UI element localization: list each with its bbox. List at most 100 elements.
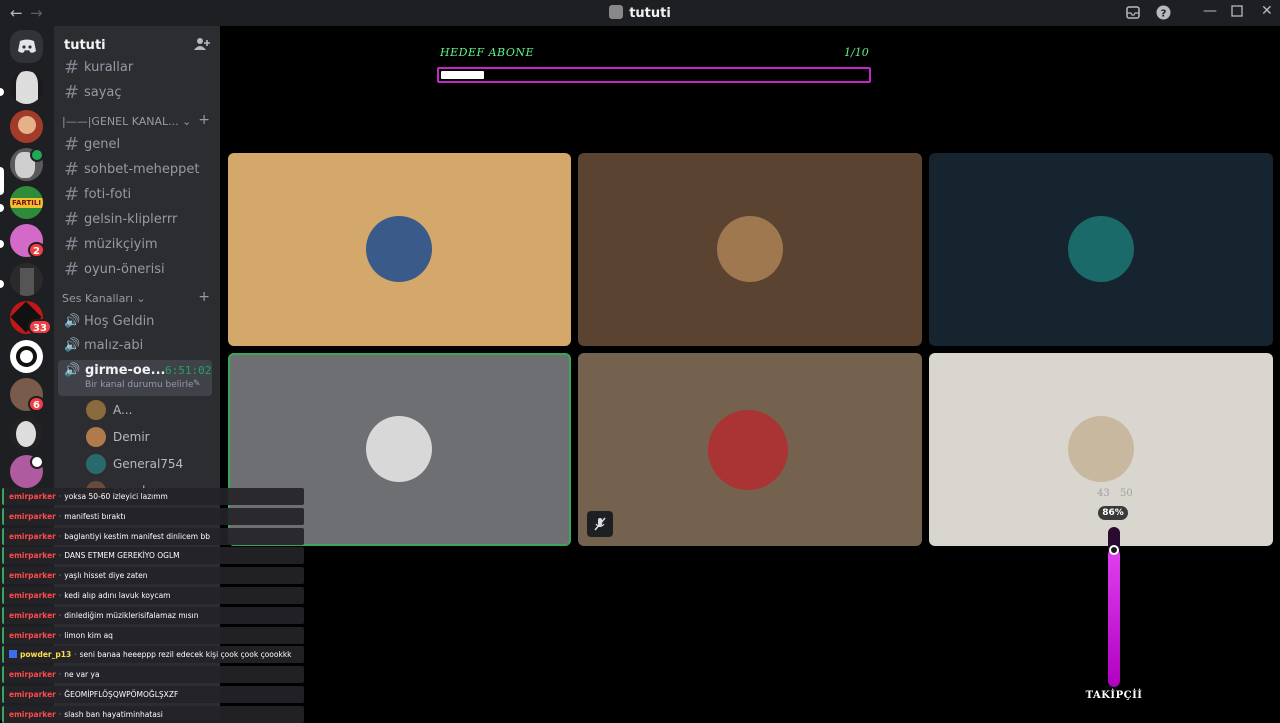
category-voice[interactable]: Ses Kanalları ⌄ + bbox=[62, 289, 210, 305]
unread-badge: 33 bbox=[28, 319, 52, 335]
add-channel-icon[interactable]: + bbox=[198, 112, 210, 128]
goal-progress-fill bbox=[441, 71, 484, 79]
follower-label: TAKİPÇİİ bbox=[1085, 690, 1143, 701]
separator: · bbox=[58, 670, 62, 680]
chat-text: yaşlı hisset diye zaten bbox=[64, 571, 148, 581]
channel-sayac[interactable]: # sayaç bbox=[58, 80, 214, 104]
chat-message: emirparker · DANS ETMEM GEREKİYO OGLM bbox=[2, 547, 304, 565]
server-icon[interactable] bbox=[10, 340, 43, 373]
chat-text: slash ban hayatiminhatasi bbox=[64, 709, 163, 719]
separator: · bbox=[58, 591, 62, 600]
chevron-down-icon: ⌄ bbox=[182, 115, 192, 128]
chat-username: emirparker bbox=[9, 709, 56, 719]
title-bar: ← → tututi ? — ✕ bbox=[0, 0, 1280, 26]
chat-username: emirparker bbox=[9, 630, 56, 640]
voice-member[interactable]: Demir bbox=[86, 426, 150, 448]
discord-home-icon[interactable] bbox=[10, 30, 43, 63]
hash-icon: # bbox=[64, 81, 80, 103]
goal-count: 1/10 bbox=[844, 46, 869, 59]
chat-message: emirparker · yoksa 50-60 izleyici lazımm bbox=[2, 488, 304, 505]
avatar bbox=[1068, 216, 1134, 282]
close-icon[interactable]: ✕ bbox=[1261, 3, 1273, 19]
chat-text: limon kim aq bbox=[64, 630, 113, 640]
maximize-icon[interactable] bbox=[1231, 5, 1243, 21]
minimize-icon[interactable]: — bbox=[1203, 3, 1217, 19]
separator: · bbox=[58, 551, 62, 561]
voice-member[interactable]: A... bbox=[86, 399, 132, 421]
server-icon[interactable] bbox=[10, 110, 43, 143]
unread-badge: 6 bbox=[28, 396, 45, 412]
add-member-icon[interactable] bbox=[194, 37, 210, 54]
voice-channel-hosgeldin[interactable]: 🔊 Hoş Geldin bbox=[58, 309, 214, 333]
category-genel[interactable]: |——|GENEL KANAL... ⌄ + bbox=[62, 112, 210, 128]
separator: · bbox=[74, 650, 77, 660]
unread-badge: 2 bbox=[28, 242, 45, 258]
channel-foti[interactable]: # foti-foti bbox=[58, 182, 214, 206]
channel-klipler[interactable]: # gelsin-kliplerrr bbox=[58, 207, 214, 231]
badge-icon bbox=[9, 650, 17, 659]
chat-text: baglantiyi kestim manifest dinlicem bb bbox=[64, 531, 210, 541]
hash-icon: # bbox=[64, 233, 80, 255]
server-icon[interactable] bbox=[10, 71, 43, 104]
goal-progress-bar bbox=[437, 67, 871, 83]
help-icon[interactable]: ? bbox=[1156, 5, 1171, 24]
chat-message: emirparker · limon kim aq bbox=[2, 626, 304, 644]
voice-channel-maliz[interactable]: 🔊 malız-abi bbox=[58, 333, 214, 357]
voice-member[interactable]: General754 bbox=[86, 453, 183, 475]
widget-target: 50 bbox=[1120, 488, 1133, 499]
chevron-down-icon: ⌄ bbox=[136, 292, 146, 305]
goal-label: HEDEF ABONE bbox=[440, 46, 535, 59]
inbox-icon[interactable] bbox=[1126, 6, 1140, 23]
speaker-icon: 🔊 bbox=[64, 363, 81, 378]
chat-username: emirparker bbox=[9, 591, 56, 600]
avatar bbox=[366, 416, 432, 482]
chat-message: emirparker · baglantiyi kestim manifest di… bbox=[2, 527, 304, 545]
chat-username: emirparker bbox=[9, 670, 56, 680]
server-icon[interactable] bbox=[10, 417, 43, 450]
video-tile[interactable] bbox=[929, 153, 1273, 346]
progress-knob bbox=[1109, 545, 1119, 555]
chat-overlay: emirparker · yoksa 50-60 izleyici lazımm em… bbox=[0, 488, 304, 723]
video-tile[interactable] bbox=[228, 153, 571, 346]
chat-message: emirparker · ne var ya bbox=[2, 666, 304, 684]
separator: · bbox=[58, 709, 62, 719]
chat-message: emirparker · dinlediğim müziklerisifalamaz… bbox=[2, 606, 304, 624]
active-voice-channel[interactable]: 🔊 girme-oe... 6:51:02 Bir kanal durumu b… bbox=[58, 360, 212, 396]
chat-text: ĞEOMİPFLÖŞQWPÖMOĞLŞXZF bbox=[64, 690, 179, 699]
video-tile[interactable] bbox=[578, 353, 922, 546]
chat-username: emirparker bbox=[9, 690, 56, 699]
chat-text: dinlediğim müziklerisifalamaz mısın bbox=[64, 610, 199, 620]
avatar bbox=[86, 427, 106, 447]
avatar bbox=[366, 216, 432, 282]
channel-sohbet[interactable]: # sohbet-meheppet bbox=[58, 157, 214, 181]
channel-kurallar[interactable]: # kurallar bbox=[58, 55, 214, 79]
chat-username: emirparker bbox=[9, 531, 56, 541]
channel-oyun[interactable]: # oyun-önerisi bbox=[58, 257, 214, 281]
server-icon[interactable] bbox=[10, 263, 43, 296]
voice-timer: 6:51:02 bbox=[165, 364, 212, 377]
channel-status[interactable]: Bir kanal durumu belirle bbox=[85, 380, 194, 390]
window-title: tututi bbox=[0, 5, 1280, 21]
separator: · bbox=[58, 492, 62, 501]
chat-message: emirparker · yaşlı hisset diye zaten bbox=[2, 567, 304, 585]
avatar bbox=[717, 216, 783, 282]
chat-message: powder_p13 · seni banaa heeeppp rezil edec… bbox=[2, 646, 304, 664]
channel-muzik[interactable]: # müzikçiyim bbox=[58, 232, 214, 256]
chat-message: emirparker · kedi alıp adını lavuk koycam bbox=[2, 587, 304, 604]
channel-genel[interactable]: # genel bbox=[58, 132, 214, 156]
video-tile[interactable] bbox=[578, 153, 922, 346]
avatar bbox=[86, 454, 106, 474]
muted-mic-icon bbox=[587, 511, 613, 537]
avatar bbox=[86, 400, 106, 420]
svg-text:?: ? bbox=[1161, 9, 1167, 20]
pencil-icon[interactable]: ✎ bbox=[193, 379, 201, 389]
separator: · bbox=[58, 511, 62, 521]
server-icon[interactable]: FARTILI bbox=[10, 186, 43, 219]
chat-username: emirparker bbox=[9, 610, 56, 620]
hash-icon: # bbox=[64, 56, 80, 78]
add-channel-icon[interactable]: + bbox=[198, 289, 210, 305]
speaker-icon: 🔊 bbox=[64, 337, 81, 353]
separator: · bbox=[58, 531, 62, 541]
chat-username: emirparker bbox=[9, 492, 56, 501]
chat-text: ne var ya bbox=[64, 670, 100, 680]
